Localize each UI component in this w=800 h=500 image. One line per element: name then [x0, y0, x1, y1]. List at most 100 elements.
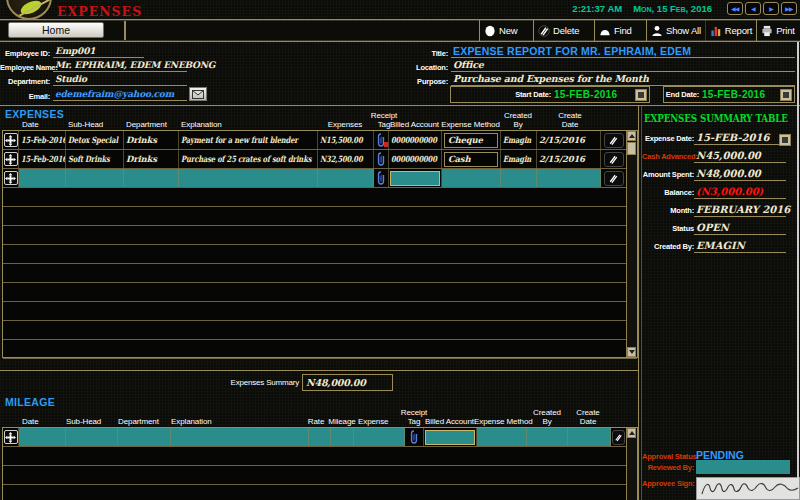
- col-header-subhead: Sub-Head: [66, 417, 101, 426]
- report-button[interactable]: Report: [705, 20, 756, 41]
- delete-label: Delete: [553, 25, 579, 36]
- row-move-handle[interactable]: [4, 133, 18, 147]
- mileage-header-row: Date Sub-Head Department Explanation Rat…: [2, 403, 636, 427]
- new-rate-field[interactable]: [309, 428, 331, 446]
- employee-name-field[interactable]: Mr. EPHRAIM, EDEM ENEBONG: [53, 59, 187, 72]
- cell-explanation: Purchase of 25 crates of soft drinks: [181, 154, 311, 164]
- row-move-handle[interactable]: [4, 430, 18, 444]
- month-field[interactable]: FEBRUARY 2016: [694, 203, 786, 217]
- expense-date-picker-button[interactable]: [779, 134, 791, 146]
- new-expense-method-field[interactable]: [442, 169, 501, 187]
- reviewed-by-row: Reviewed By:: [642, 460, 790, 474]
- new-create-date-field[interactable]: [537, 169, 601, 187]
- receipt-tag-cell[interactable]: [374, 131, 389, 149]
- start-date-picker-button[interactable]: [635, 89, 647, 101]
- new-department-field[interactable]: [124, 169, 179, 187]
- new-create-date-field[interactable]: [568, 428, 611, 446]
- scroll-up-button[interactable]: [627, 428, 636, 438]
- start-date-value[interactable]: 15-FEB-2016: [554, 89, 617, 100]
- cell-billed-account: 0000000000: [391, 135, 437, 145]
- new-subhead-field[interactable]: [66, 428, 118, 446]
- new-billed-account-field[interactable]: [390, 171, 440, 186]
- employee-id-field[interactable]: Emp001: [53, 45, 144, 58]
- new-expenses-field[interactable]: [318, 169, 374, 187]
- edit-row-button[interactable]: [612, 430, 625, 445]
- status-value: OPEN: [696, 222, 729, 233]
- mileage-new-row: [3, 428, 637, 447]
- approvee-signature[interactable]: [696, 477, 800, 500]
- receipt-tag-cell[interactable]: [405, 428, 424, 446]
- delete-button[interactable]: Delete: [533, 20, 594, 41]
- new-mileage-field[interactable]: [331, 428, 354, 446]
- nav-first-button[interactable]: ◀◀: [727, 2, 743, 15]
- new-button[interactable]: New: [479, 20, 533, 41]
- new-date-field[interactable]: [19, 428, 66, 446]
- new-expense-method-field[interactable]: [477, 428, 527, 446]
- edit-row-button[interactable]: [604, 152, 624, 167]
- home-button[interactable]: Home: [8, 22, 104, 38]
- expenses-header-row: Date Sub-Head Department Explanation Exp…: [2, 109, 636, 130]
- nav-next-button[interactable]: ▶: [763, 2, 779, 15]
- reviewed-by-field[interactable]: [696, 460, 790, 474]
- end-date-picker-button[interactable]: [780, 89, 792, 101]
- mileage-scrollbar[interactable]: [626, 428, 637, 500]
- email-field[interactable]: edemefraim@yahoo.com: [53, 88, 187, 101]
- cash-advanced-row: Cash Advanced: N45,000.00: [642, 149, 786, 163]
- new-subhead-field[interactable]: [66, 169, 124, 187]
- send-email-button[interactable]: [189, 87, 207, 101]
- expense-date-field[interactable]: 15-FEB-2016: [694, 131, 786, 145]
- show-all-icon: [651, 25, 663, 37]
- expense-method-field[interactable]: Cheque: [444, 133, 498, 148]
- new-created-by-field[interactable]: [501, 169, 537, 187]
- scroll-down-button[interactable]: [627, 347, 636, 357]
- edit-row-button[interactable]: [604, 171, 624, 186]
- location-field[interactable]: Office: [451, 59, 795, 72]
- new-created-by-field[interactable]: [527, 428, 568, 446]
- new-expense-field[interactable]: [354, 428, 405, 446]
- col-header-date: Date: [22, 120, 39, 129]
- scroll-thumb[interactable]: [627, 142, 636, 155]
- new-explanation-field[interactable]: [179, 169, 318, 187]
- expense-date-row: Expense Date: 15-FEB-2016: [642, 131, 786, 145]
- employee-id-label: Employee ID:: [0, 49, 53, 58]
- created-by-label: Created By:: [642, 242, 694, 253]
- status-field[interactable]: OPEN: [694, 221, 786, 235]
- pencil-icon: [613, 432, 624, 443]
- report-label: Report: [725, 25, 752, 36]
- new-date-field[interactable]: [19, 169, 66, 187]
- approvee-sign-label: Approvee Sign:: [642, 479, 694, 490]
- purpose-field[interactable]: Purchase and Expenses for the Month: [451, 73, 795, 86]
- new-billed-account-field[interactable]: [425, 430, 475, 445]
- title-value: EXPENSE REPORT FOR MR. EPHRAIM, EDEM: [453, 45, 691, 57]
- find-button[interactable]: Find: [594, 20, 646, 41]
- end-date-value[interactable]: 15-FEB-2016: [702, 89, 765, 100]
- department-field[interactable]: Studio: [53, 73, 187, 86]
- report-icon: [710, 25, 722, 37]
- title-field[interactable]: EXPENSE REPORT FOR MR. EPHRAIM, EDEM: [451, 45, 795, 58]
- month-value: FEBRUARY 2016: [696, 204, 790, 215]
- nav-prev-button[interactable]: ◀: [745, 2, 761, 15]
- show-all-button[interactable]: Show All: [646, 20, 705, 41]
- receipt-tag-cell[interactable]: [374, 150, 389, 168]
- print-button[interactable]: Print: [756, 20, 799, 41]
- amount-spent-field[interactable]: N48,000.00: [694, 167, 786, 181]
- edit-row-button[interactable]: [604, 133, 624, 148]
- new-explanation-field[interactable]: [171, 428, 309, 446]
- department-row: Department: Studio: [0, 72, 187, 86]
- scroll-up-button[interactable]: [627, 131, 636, 141]
- employee-id-value: Emp001: [55, 46, 95, 56]
- col-header-mileage: Mileage: [328, 417, 356, 426]
- cell-explanation: Payment for a new fruit blender: [181, 135, 298, 145]
- expense-method-field[interactable]: Cash: [444, 152, 498, 167]
- cash-advanced-field[interactable]: N45,000.00: [694, 149, 786, 163]
- balance-field[interactable]: (N3,000.00): [694, 185, 786, 199]
- toolbar: Home New Delete Find Show All Report Pri…: [0, 19, 800, 42]
- nav-last-button[interactable]: ▶▶: [781, 2, 797, 15]
- new-department-field[interactable]: [118, 428, 171, 446]
- receipt-tag-cell[interactable]: [374, 169, 389, 187]
- row-move-handle[interactable]: [4, 152, 18, 166]
- expenses-scrollbar[interactable]: [626, 131, 637, 357]
- expenses-table: 15-Feb-2016 Detox Special Drinks Payment…: [2, 130, 638, 358]
- row-move-handle[interactable]: [4, 171, 18, 185]
- created-by-field[interactable]: EMAGIN: [694, 239, 786, 253]
